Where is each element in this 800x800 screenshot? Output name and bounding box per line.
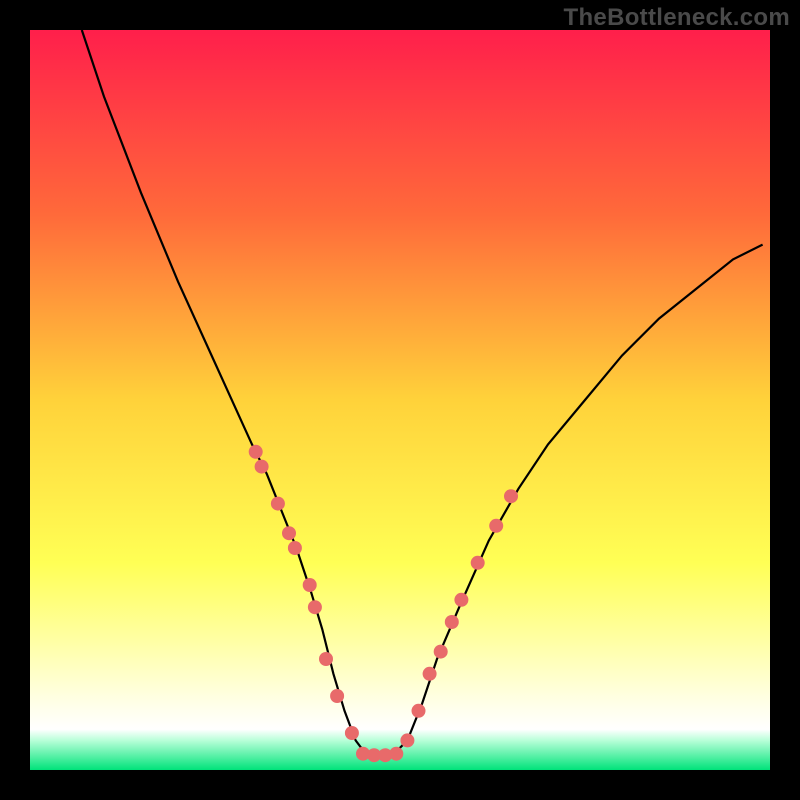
data-marker [434,645,448,659]
data-marker [288,541,302,555]
watermark-text: TheBottleneck.com [564,4,790,32]
chart-background [30,30,770,770]
data-marker [412,704,426,718]
data-marker [282,526,296,540]
data-marker [308,600,322,614]
data-marker [389,747,403,761]
data-marker [271,497,285,511]
data-marker [303,578,317,592]
data-marker [249,445,263,459]
data-marker [345,726,359,740]
plot-area [30,30,770,770]
data-marker [504,489,518,503]
data-marker [400,733,414,747]
data-marker [319,652,333,666]
data-marker [454,593,468,607]
data-marker [471,556,485,570]
data-marker [489,519,503,533]
chart-svg [30,30,770,770]
data-marker [330,689,344,703]
data-marker [255,460,269,474]
chart-frame: TheBottleneck.com [0,0,800,800]
data-marker [423,667,437,681]
data-marker [445,615,459,629]
